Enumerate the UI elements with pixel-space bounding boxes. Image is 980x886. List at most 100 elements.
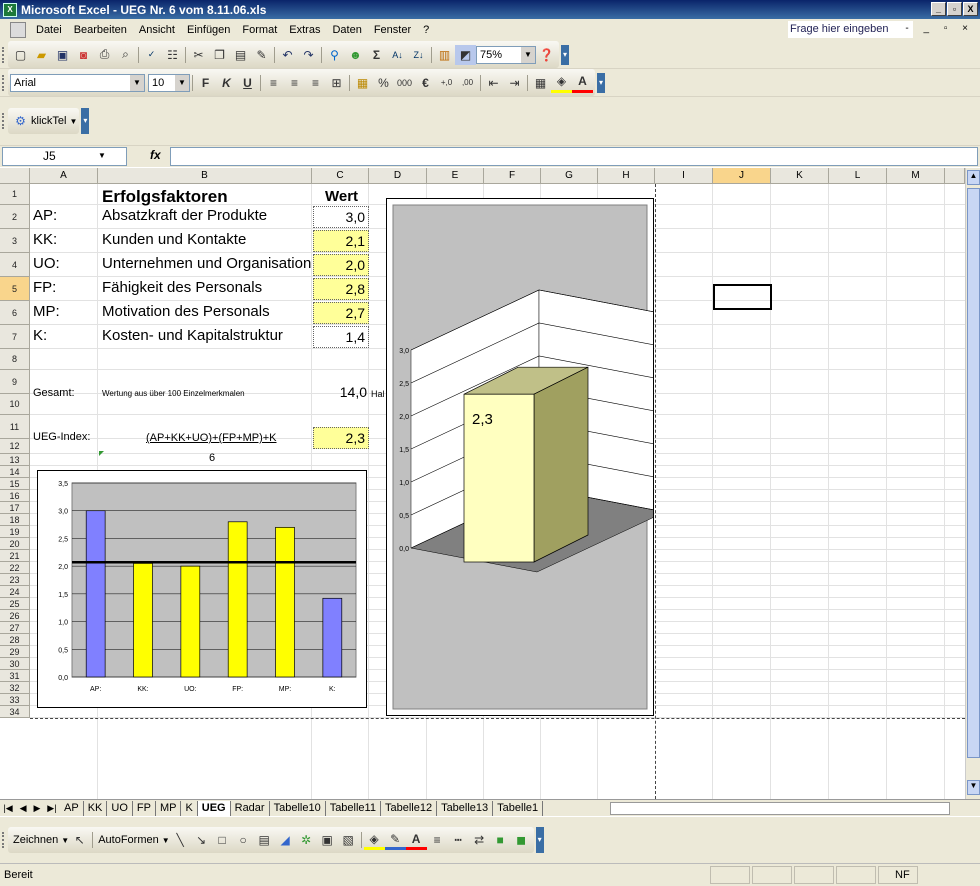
sheet-tab[interactable]: UEG xyxy=(197,800,231,816)
sheet-tab[interactable]: KK xyxy=(84,800,108,816)
textbox-icon[interactable]: ▤ xyxy=(254,830,275,850)
row-header[interactable]: 23 xyxy=(0,574,30,586)
row-header[interactable]: 2 xyxy=(0,205,30,229)
column-header-d[interactable]: D xyxy=(369,168,427,184)
sheet-tab[interactable]: Tabelle10 xyxy=(270,800,326,816)
sheet-tab[interactable]: FP xyxy=(133,800,156,816)
spelling-icon[interactable]: ✓ xyxy=(141,45,162,65)
line-color-icon[interactable]: ✎ xyxy=(384,830,406,850)
row-header[interactable]: 10 xyxy=(0,394,30,415)
row-header[interactable]: 33 xyxy=(0,694,30,706)
close-button[interactable]: X xyxy=(963,2,978,16)
menu-datei[interactable]: Datei xyxy=(30,24,68,36)
italic-button[interactable]: K xyxy=(216,73,237,93)
row-header[interactable]: 13 xyxy=(0,454,30,466)
fx-icon[interactable]: fx xyxy=(150,148,161,162)
shadow-icon[interactable]: ■ xyxy=(490,830,511,850)
row-header[interactable]: 32 xyxy=(0,682,30,694)
row-header[interactable]: 20 xyxy=(0,538,30,550)
menu-bearbeiten[interactable]: Bearbeiten xyxy=(68,24,133,36)
align-center-icon[interactable]: ≡ xyxy=(284,73,305,93)
menu-daten[interactable]: Daten xyxy=(326,24,367,36)
sheet-tab[interactable]: MP xyxy=(156,800,182,816)
insert-picture-icon[interactable]: ▧ xyxy=(338,830,359,850)
row-header[interactable]: 5 xyxy=(0,277,30,301)
column-header-i[interactable]: I xyxy=(655,168,713,184)
fill-color-icon[interactable]: ◈ xyxy=(363,830,385,850)
row-header[interactable]: 14 xyxy=(0,466,30,478)
help-icon[interactable]: ❓ xyxy=(536,45,557,65)
save-icon[interactable]: ▣ xyxy=(52,45,73,65)
sheet-tab[interactable]: Tabelle13 xyxy=(437,800,494,816)
last-sheet-icon[interactable]: ▶| xyxy=(47,803,56,814)
horizontal-scrollbar[interactable] xyxy=(610,802,950,815)
line-icon[interactable]: ╲ xyxy=(170,830,191,850)
chevron-down-icon[interactable]: ▼ xyxy=(521,46,535,63)
column-header-c[interactable]: C xyxy=(312,168,369,184)
column-header-k[interactable]: K xyxy=(771,168,829,184)
research-icon[interactable]: ☷ xyxy=(162,45,183,65)
scroll-up-icon[interactable]: ▲ xyxy=(967,170,980,185)
chevron-down-icon[interactable]: ▼ xyxy=(61,836,69,845)
row-header[interactable]: 4 xyxy=(0,253,30,277)
align-right-icon[interactable]: ≡ xyxy=(305,73,326,93)
row-header[interactable]: 34 xyxy=(0,706,30,718)
menu-einfuegen[interactable]: Einfügen xyxy=(181,24,236,36)
chevron-down-icon[interactable]: ▼ xyxy=(98,151,106,160)
row-header[interactable]: 6 xyxy=(0,301,30,325)
zoom-combo[interactable]: 75% ▼ xyxy=(476,45,536,64)
row-header[interactable]: 30 xyxy=(0,658,30,670)
3d-icon[interactable]: ◼ xyxy=(511,830,532,850)
euro-button[interactable]: € xyxy=(415,73,436,93)
arrow-style-icon[interactable]: ⇄ xyxy=(469,830,490,850)
oval-icon[interactable]: ○ xyxy=(233,830,254,850)
menu-extras[interactable]: Extras xyxy=(283,24,326,36)
zeichnen-menu[interactable]: Zeichnen xyxy=(10,834,61,846)
hyperlink-icon[interactable]: ⚲ xyxy=(324,45,345,65)
row-header[interactable]: 25 xyxy=(0,598,30,610)
column-header-b[interactable]: B xyxy=(98,168,312,184)
arrow-icon[interactable]: ↘ xyxy=(191,830,212,850)
format-painter-icon[interactable]: ✎ xyxy=(251,45,272,65)
row-header[interactable]: 29 xyxy=(0,646,30,658)
chevron-down-icon[interactable]: ▼ xyxy=(69,117,77,126)
toolbar-grip[interactable] xyxy=(2,832,6,848)
font-color-icon[interactable]: A xyxy=(405,830,427,850)
minimize-button[interactable]: _ xyxy=(931,2,946,16)
thousands-button[interactable]: 000 xyxy=(394,73,415,93)
factor-bar-chart[interactable]: 0,0 0,5 1,0 1,5 2,0 2,5 3,0 3,5 AP: KK: UO: FP: MP: K… xyxy=(37,470,367,708)
copy-icon[interactable]: ❐ xyxy=(209,45,230,65)
column-header-a[interactable]: A xyxy=(30,168,98,184)
select-all-corner[interactable] xyxy=(0,168,30,184)
align-left-icon[interactable]: ≡ xyxy=(263,73,284,93)
sort-desc-icon[interactable]: Z↓ xyxy=(408,45,429,65)
row-header[interactable]: 9 xyxy=(0,370,30,394)
toolbar-grip[interactable] xyxy=(2,74,6,91)
scroll-thumb[interactable] xyxy=(967,188,980,758)
row-header[interactable]: 18 xyxy=(0,514,30,526)
row-header[interactable]: 8 xyxy=(0,349,30,370)
row-header[interactable]: 15 xyxy=(0,478,30,490)
cut-icon[interactable]: ✂ xyxy=(188,45,209,65)
sheet-tab[interactable]: Radar xyxy=(231,800,270,816)
increase-decimal-icon[interactable]: +,0 xyxy=(436,73,457,93)
row-header[interactable]: 28 xyxy=(0,634,30,646)
klicktel-icon[interactable]: ⚙ xyxy=(10,111,31,131)
sum-icon[interactable]: Σ xyxy=(366,45,387,65)
underline-button[interactable]: U xyxy=(237,73,258,93)
row-header[interactable]: 24 xyxy=(0,586,30,598)
name-box[interactable]: J5 xyxy=(2,147,127,166)
sheet-tab[interactable]: Tabelle11 xyxy=(326,800,381,816)
maximize-button[interactable]: ▫ xyxy=(947,2,962,16)
doc-window-controls[interactable]: - _ ▫ × xyxy=(905,23,974,34)
chart-wizard-icon[interactable]: ☻ xyxy=(345,45,366,65)
chart-icon[interactable]: ▥ xyxy=(434,45,455,65)
row-header[interactable]: 19 xyxy=(0,526,30,538)
decrease-decimal-icon[interactable]: ,00 xyxy=(457,73,478,93)
sheet-tab[interactable]: K xyxy=(181,800,198,816)
bold-button[interactable]: F xyxy=(195,73,216,93)
print-icon[interactable]: ⎙ xyxy=(94,45,115,65)
row-header[interactable]: 7 xyxy=(0,325,30,349)
column-header-l[interactable]: L xyxy=(829,168,887,184)
clipart-icon[interactable]: ▣ xyxy=(317,830,338,850)
